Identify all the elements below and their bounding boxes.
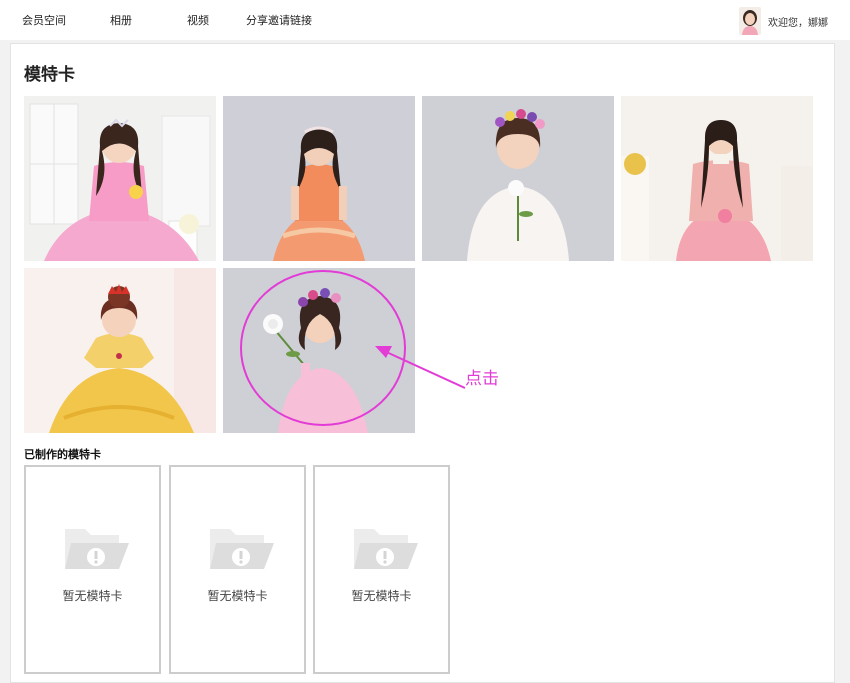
- model-photo-4[interactable]: [621, 96, 813, 261]
- empty-folder-icon: [354, 529, 418, 569]
- girl-yellow-gown-photo: [24, 268, 216, 433]
- girl-pink-holding-rose-photo: [223, 268, 415, 433]
- main-content-card: 模特卡 已制作的模特卡 暂无模特卡 暂无模特卡 暂无模特卡: [10, 43, 835, 683]
- empty-folder-icon: [210, 529, 274, 569]
- model-photo-5[interactable]: [24, 268, 216, 433]
- girl-orange-dress-photo: [223, 96, 415, 261]
- girl-white-lace-photo: [422, 96, 614, 261]
- nav-item-share-invite-link[interactable]: 分享邀请链接: [246, 12, 312, 28]
- empty-model-card-3: 暂无模特卡: [313, 465, 450, 674]
- made-cards-section-title: 已制作的模特卡: [24, 448, 101, 461]
- nav-item-album[interactable]: 相册: [110, 12, 132, 28]
- page-title: 模特卡: [24, 65, 75, 85]
- model-photo-1[interactable]: [24, 96, 216, 261]
- user-menu[interactable]: 欢迎您，娜娜: [739, 6, 828, 36]
- empty-card-label: 暂无模特卡: [62, 589, 123, 603]
- empty-folder-icon: [65, 529, 129, 569]
- click-hint-text: 点击: [465, 369, 499, 389]
- girl-floral-dress-photo: [621, 96, 813, 261]
- girl-pink-gown-photo: [24, 96, 216, 261]
- empty-card-label: 暂无模特卡: [351, 589, 412, 603]
- empty-model-card-2: 暂无模特卡: [169, 465, 306, 674]
- model-photo-2[interactable]: [223, 96, 415, 261]
- model-photo-3[interactable]: [422, 96, 614, 261]
- welcome-text: 欢迎您，娜娜: [768, 17, 828, 29]
- empty-model-card-1: 暂无模特卡: [24, 465, 161, 674]
- avatar[interactable]: [739, 7, 761, 35]
- model-photo-6[interactable]: [223, 268, 415, 433]
- top-nav-bar: 会员空间 相册 视频 分享邀请链接 欢迎您，娜娜: [0, 0, 850, 40]
- nav-item-member-space[interactable]: 会员空间: [22, 12, 66, 28]
- nav-item-video[interactable]: 视频: [187, 12, 209, 28]
- empty-card-label: 暂无模特卡: [207, 589, 268, 603]
